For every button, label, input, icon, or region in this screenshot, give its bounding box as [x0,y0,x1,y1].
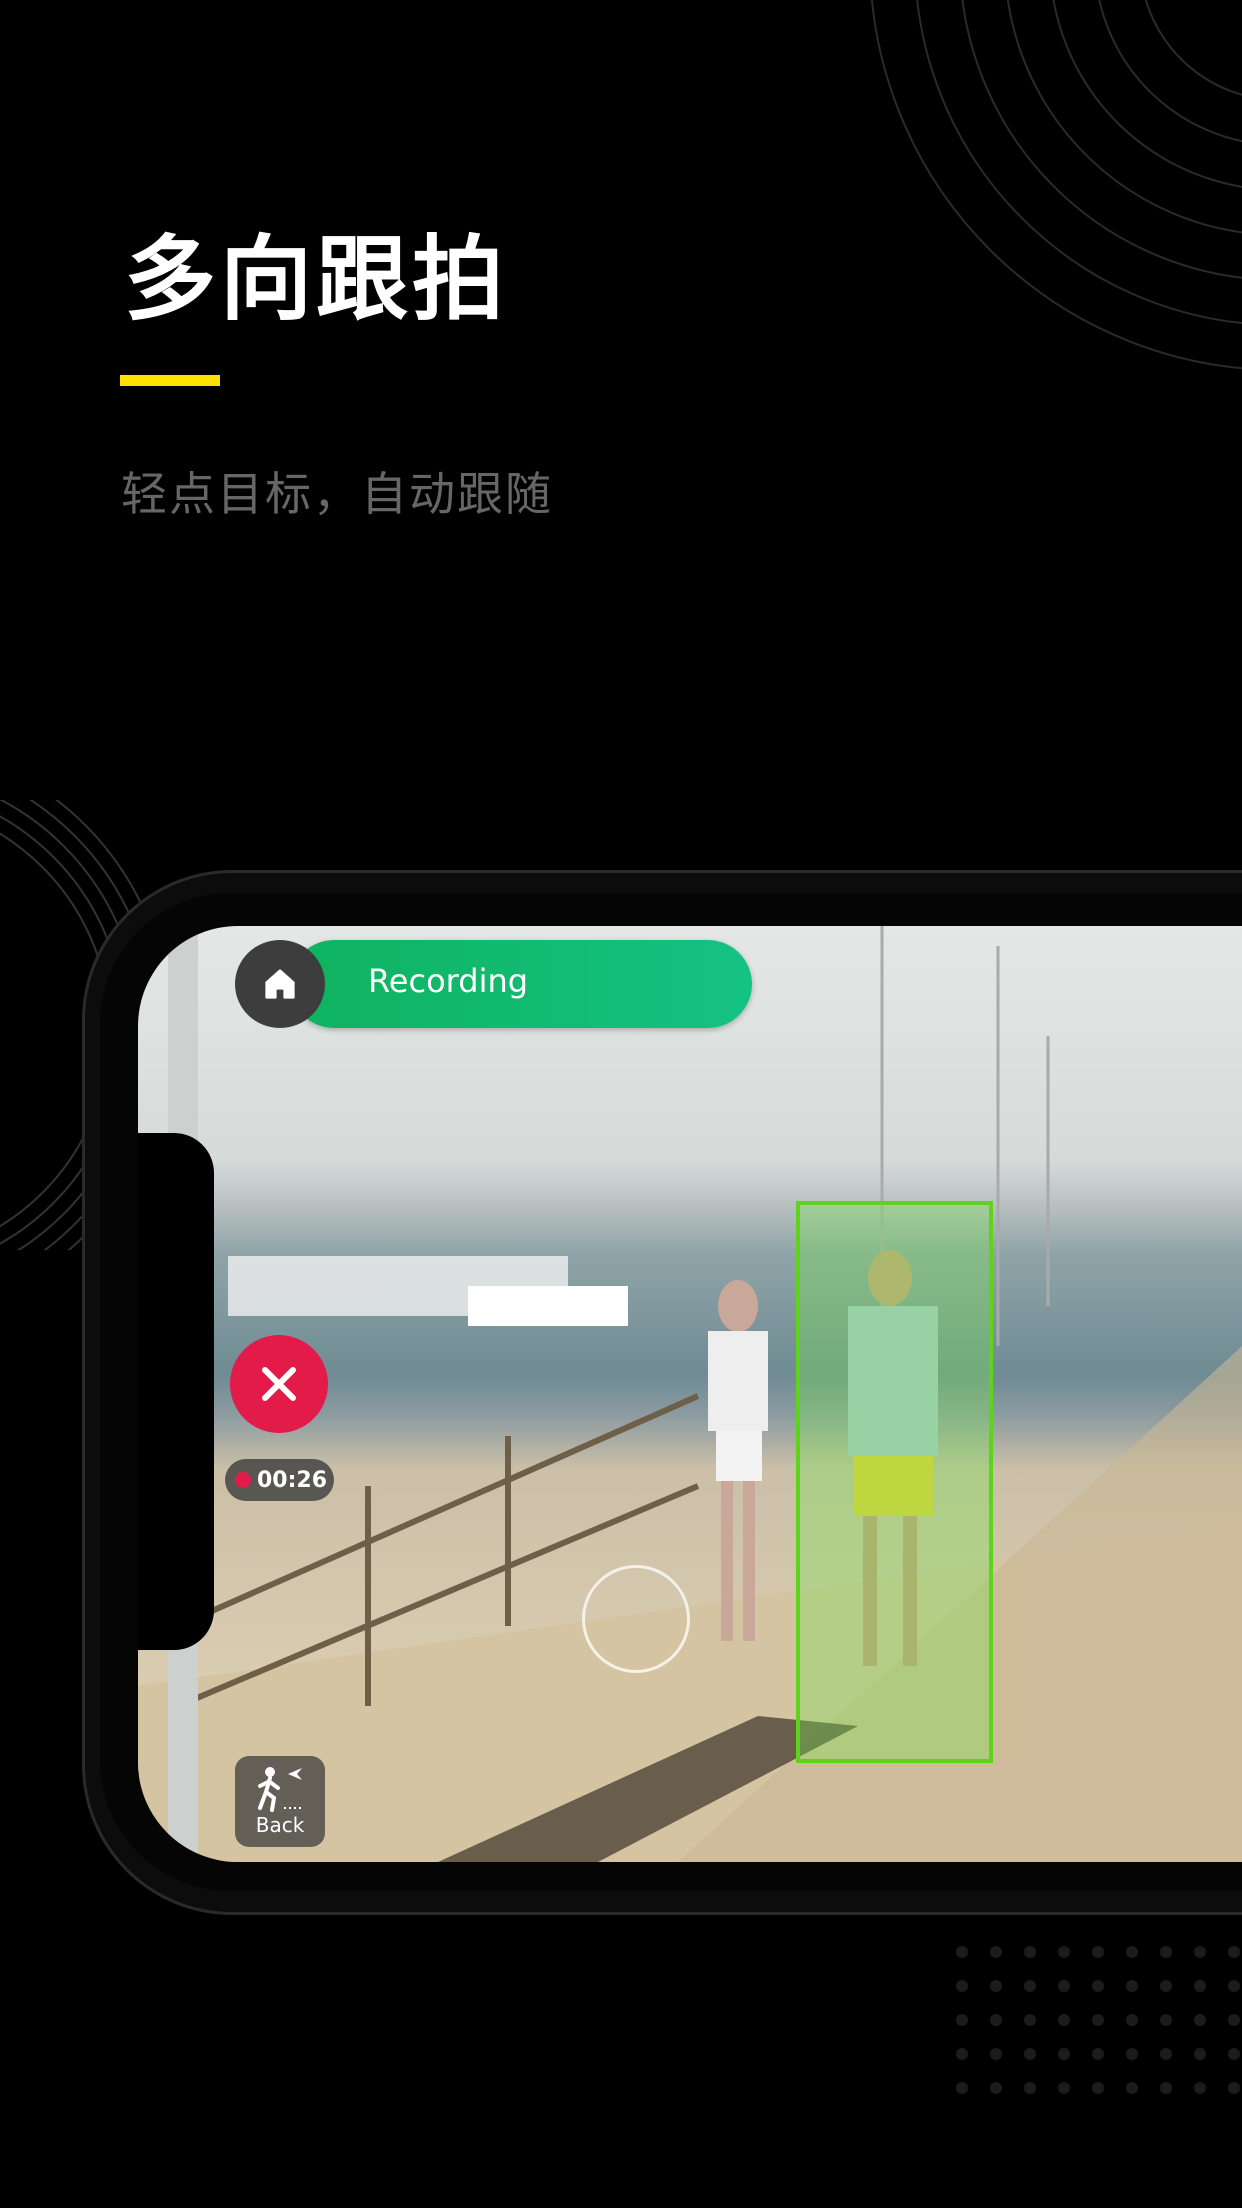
decor-dot [1194,1946,1206,1958]
decor-dot [990,2082,1002,2094]
decor-dot [1228,2048,1240,2060]
decor-dot [1194,2048,1206,2060]
decor-dot [1092,1980,1104,1992]
decor-dot [1194,1980,1206,1992]
decor-dot [1126,1980,1138,1992]
decor-dot [1024,1980,1036,1992]
decor-dot [1058,2048,1070,2060]
recording-status-pill: Recording [290,940,752,1028]
record-dot-icon [235,1472,251,1488]
recording-label: Recording [368,962,529,1000]
decor-dot [1228,2014,1240,2026]
concentric-arcs-top-right [871,0,1242,370]
decor-dot [1194,2082,1206,2094]
close-icon [262,1367,296,1401]
decor-dot [990,1946,1002,1958]
decor-dot [1092,2014,1104,2026]
decor-dot [1024,2048,1036,2060]
decor-dot [1160,2048,1172,2060]
decor-dot [1092,2048,1104,2060]
decor-dot [1024,2082,1036,2094]
decor-dot [956,2082,968,2094]
decor-dot [1160,2082,1172,2094]
phone-notch [138,1133,214,1650]
accent-bar [120,375,220,386]
decor-dot [1194,2014,1206,2026]
home-button[interactable] [235,940,325,1028]
decor-dot [1024,1946,1036,1958]
page-subtitle: 轻点目标，自动跟随 [121,467,553,521]
decor-dot [1160,2014,1172,2026]
decor-dot [1160,1946,1172,1958]
walking-person-icon [258,1767,304,1812]
stop-tracking-button[interactable] [230,1335,328,1433]
decor-dot [1058,2082,1070,2094]
back-mode-button[interactable]: Back [235,1756,325,1847]
decor-dot [956,1946,968,1958]
decor-dot [956,2048,968,2060]
decor-dot [1024,2014,1036,2026]
decor-dot [956,1980,968,1992]
timer-value: 00:26 [257,1467,328,1493]
focus-ring[interactable] [582,1565,690,1673]
recording-timer: 00:26 [225,1459,334,1501]
decor-dot [1058,1980,1070,1992]
decor-dot [990,2048,1002,2060]
decor-dot [1228,2082,1240,2094]
decor-dot [1092,1946,1104,1958]
decor-dot [1228,1946,1240,1958]
dot-grid [956,1946,1240,2094]
page-title: 多向跟拍 [124,226,509,333]
decor-dot [1126,2082,1138,2094]
decor-dot [1126,2048,1138,2060]
decor-dot [990,1980,1002,1992]
decor-dot [990,2014,1002,2026]
back-label: Back [255,1813,305,1837]
decor-dot [1058,2014,1070,2026]
decor-dot [1126,2014,1138,2026]
decor-dot [1126,1946,1138,1958]
decor-dot [1092,2082,1104,2094]
tracking-box[interactable] [796,1201,993,1763]
decor-dot [956,2014,968,2026]
home-icon [265,969,295,999]
decor-dot [1228,1980,1240,1992]
decor-dot [1160,1980,1172,1992]
decor-dot [1058,1946,1070,1958]
